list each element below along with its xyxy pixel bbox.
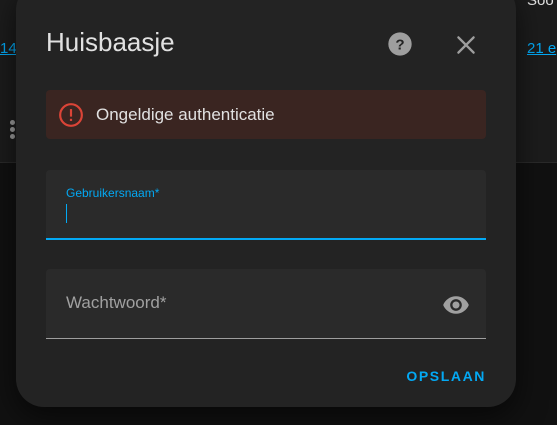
- close-icon: [457, 36, 475, 54]
- dialog-title: Huisbaasje: [46, 27, 175, 57]
- background-text-right: Soo: [527, 0, 554, 9]
- password-field[interactable]: Wachtwoord*: [46, 269, 486, 339]
- help-button[interactable]: ?: [386, 30, 414, 58]
- alert-message: Ongeldige authenticatie: [96, 105, 275, 124]
- eye-icon: [443, 296, 469, 314]
- username-label: Gebruikersnaam*: [66, 186, 160, 200]
- error-alert: Ongeldige authenticatie: [46, 90, 486, 139]
- svg-text:?: ?: [395, 36, 404, 53]
- close-button[interactable]: [453, 32, 479, 58]
- save-button[interactable]: OPSLAAN: [396, 360, 496, 392]
- username-input[interactable]: [66, 202, 470, 228]
- background-link-right[interactable]: 21 e: [527, 40, 556, 57]
- config-dialog: Huisbaasje ? Ongeldige authenticatie Geb…: [16, 0, 516, 407]
- show-password-button[interactable]: [442, 291, 470, 319]
- background-link-left[interactable]: 14: [0, 40, 17, 57]
- help-circle-icon: ?: [388, 32, 412, 56]
- username-field[interactable]: Gebruikersnaam*: [46, 170, 486, 240]
- alert-circle-icon: [59, 103, 83, 127]
- password-label: Wachtwoord*: [66, 293, 167, 312]
